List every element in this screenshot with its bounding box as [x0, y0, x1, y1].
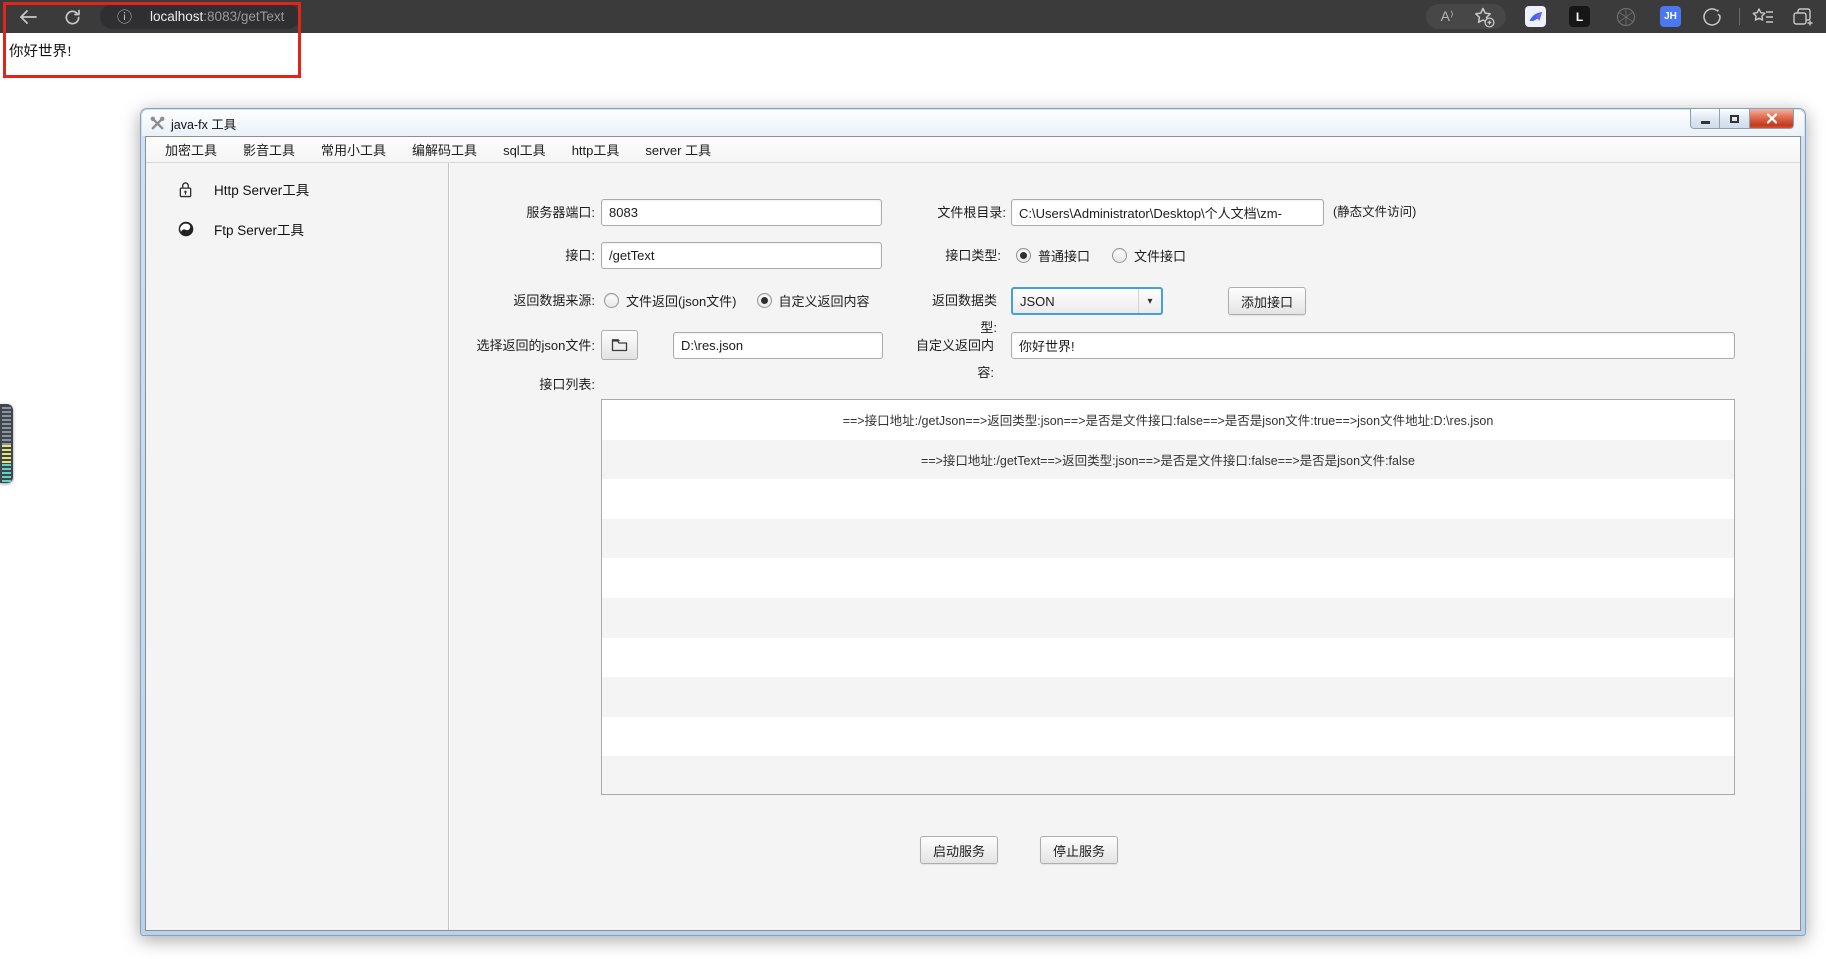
start-service-button[interactable]: 启动服务 [920, 836, 998, 864]
list-item-empty [602, 558, 1734, 598]
api-type-radio-group: 普通接口 文件接口 [1016, 242, 1186, 269]
read-aloud-icon[interactable]: A⁾ [1434, 6, 1460, 27]
edge-indicator-widget[interactable] [0, 404, 13, 483]
bird-extension-icon[interactable] [1525, 6, 1546, 27]
sidebar: Http Server工具 Ftp Server工具 [146, 163, 448, 930]
minimize-button[interactable] [1690, 109, 1720, 129]
custom-return-label: 自定义返回内容: [906, 332, 994, 359]
list-item-empty [602, 717, 1734, 757]
return-type-combobox[interactable]: JSON ▾ [1011, 287, 1163, 315]
menu-bar: 加密工具 影音工具 常用小工具 编解码工具 sql工具 http工具 serve… [146, 137, 1800, 163]
sidebar-item-label: Ftp Server工具 [214, 219, 304, 239]
custom-return-input[interactable] [1011, 332, 1735, 359]
close-button[interactable] [1749, 109, 1794, 129]
list-item-empty [602, 479, 1734, 519]
root-dir-label: 文件根目录: [926, 199, 1006, 226]
add-api-button[interactable]: 添加接口 [1228, 287, 1306, 315]
http-server-form: 服务器端口: 文件根目录: (静态文件访问) 接口: 接口类型: 普通接口 文件… [450, 163, 1800, 930]
radio-normal-api[interactable]: 普通接口 [1016, 246, 1090, 265]
list-item[interactable]: ==>接口地址:/getJson==>返回类型:json==>是否是文件接口:f… [602, 400, 1734, 440]
list-item-empty [602, 756, 1734, 795]
radio-dot-selected [1016, 248, 1031, 263]
menu-media-tools[interactable]: 影音工具 [230, 137, 308, 162]
radio-label: 自定义返回内容 [779, 291, 870, 310]
indicator-yellow-band [2, 445, 11, 464]
lock-icon [178, 181, 193, 198]
radio-label: 普通接口 [1038, 246, 1090, 265]
list-item-empty [602, 598, 1734, 638]
favorites-icon[interactable] [1750, 5, 1776, 28]
chevron-down-icon: ▾ [1138, 289, 1161, 313]
add-favorite-icon[interactable] [1472, 5, 1496, 28]
menu-server-tools[interactable]: server 工具 [632, 137, 724, 162]
radio-dot [604, 293, 619, 308]
api-path-label: 接口: [450, 242, 595, 269]
return-source-label: 返回数据来源: [450, 287, 595, 314]
api-type-label: 接口类型: [921, 242, 1001, 269]
sidebar-item-label: Http Server工具 [214, 179, 309, 199]
sidebar-item-http-server[interactable]: Http Server工具 [146, 175, 448, 203]
sidebar-item-ftp-server[interactable]: Ftp Server工具 [146, 215, 448, 243]
root-dir-input[interactable] [1011, 199, 1324, 226]
api-listview[interactable]: ==>接口地址:/getJson==>返回类型:json==>是否是文件接口:f… [601, 399, 1735, 795]
list-item-empty [602, 519, 1734, 559]
radio-json-file-return[interactable]: 文件返回(json文件) [604, 291, 737, 310]
menu-common-tools[interactable]: 常用小工具 [308, 137, 399, 162]
api-list-label: 接口列表: [450, 375, 595, 395]
collections-icon[interactable] [1789, 5, 1815, 28]
window-title: java-fx 工具 [171, 114, 236, 133]
menu-sql-tools[interactable]: sql工具 [490, 137, 559, 162]
indicator-gray-band [2, 407, 11, 445]
maximize-button[interactable] [1720, 109, 1749, 129]
radio-label: 文件接口 [1134, 246, 1186, 265]
radio-label: 文件返回(json文件) [626, 291, 737, 310]
server-port-label: 服务器端口: [450, 199, 595, 226]
dim-circle-extension-icon[interactable] [1614, 5, 1638, 29]
stop-service-button[interactable]: 停止服务 [1040, 836, 1118, 864]
browse-file-button[interactable] [601, 330, 638, 360]
red-annotation-box [3, 2, 301, 78]
menu-codec-tools[interactable]: 编解码工具 [399, 137, 490, 162]
window-titlebar[interactable]: java-fx 工具 [142, 110, 1804, 136]
list-item-empty [602, 638, 1734, 678]
list-item[interactable]: ==>接口地址:/getText==>返回类型:json==>是否是文件接口:f… [602, 440, 1734, 480]
folder-icon [611, 338, 628, 352]
maximize-icon [1730, 115, 1739, 123]
static-access-note: (静态文件访问) [1333, 199, 1416, 226]
api-path-input[interactable] [601, 242, 882, 269]
jh-extension-icon[interactable]: JH [1660, 6, 1681, 27]
menu-http-tools[interactable]: http工具 [559, 137, 633, 162]
radio-custom-return[interactable]: 自定义返回内容 [757, 291, 870, 310]
server-port-input[interactable] [601, 199, 882, 226]
letter-extension-icon[interactable]: L [1569, 6, 1590, 27]
globe-icon [178, 221, 194, 237]
indicator-teal-band [2, 464, 11, 482]
javafx-window: java-fx 工具 加密工具 影音工具 常用小工具 编解码工具 sql工具 h… [140, 108, 1806, 936]
return-source-radio-group: 文件返回(json文件) 自定义返回内容 [604, 287, 870, 314]
radio-file-api[interactable]: 文件接口 [1112, 246, 1186, 265]
browser-essentials-icon[interactable] [1700, 5, 1724, 29]
list-item-empty [602, 677, 1734, 717]
window-controls [1690, 109, 1794, 129]
choose-json-file-label: 选择返回的json文件: [450, 332, 595, 359]
return-type-label: 返回数据类型: [917, 287, 997, 314]
menu-encrypt-tools[interactable]: 加密工具 [152, 137, 230, 162]
minimize-icon [1701, 121, 1710, 124]
toolbar-separator [1739, 8, 1740, 25]
radio-dot-selected [757, 293, 772, 308]
combobox-value: JSON [1013, 294, 1138, 309]
json-file-path-input[interactable] [673, 332, 883, 359]
tools-icon [150, 116, 165, 131]
radio-dot [1112, 248, 1127, 263]
window-client-area: 加密工具 影音工具 常用小工具 编解码工具 sql工具 http工具 serve… [145, 136, 1801, 931]
close-icon [1766, 113, 1778, 124]
